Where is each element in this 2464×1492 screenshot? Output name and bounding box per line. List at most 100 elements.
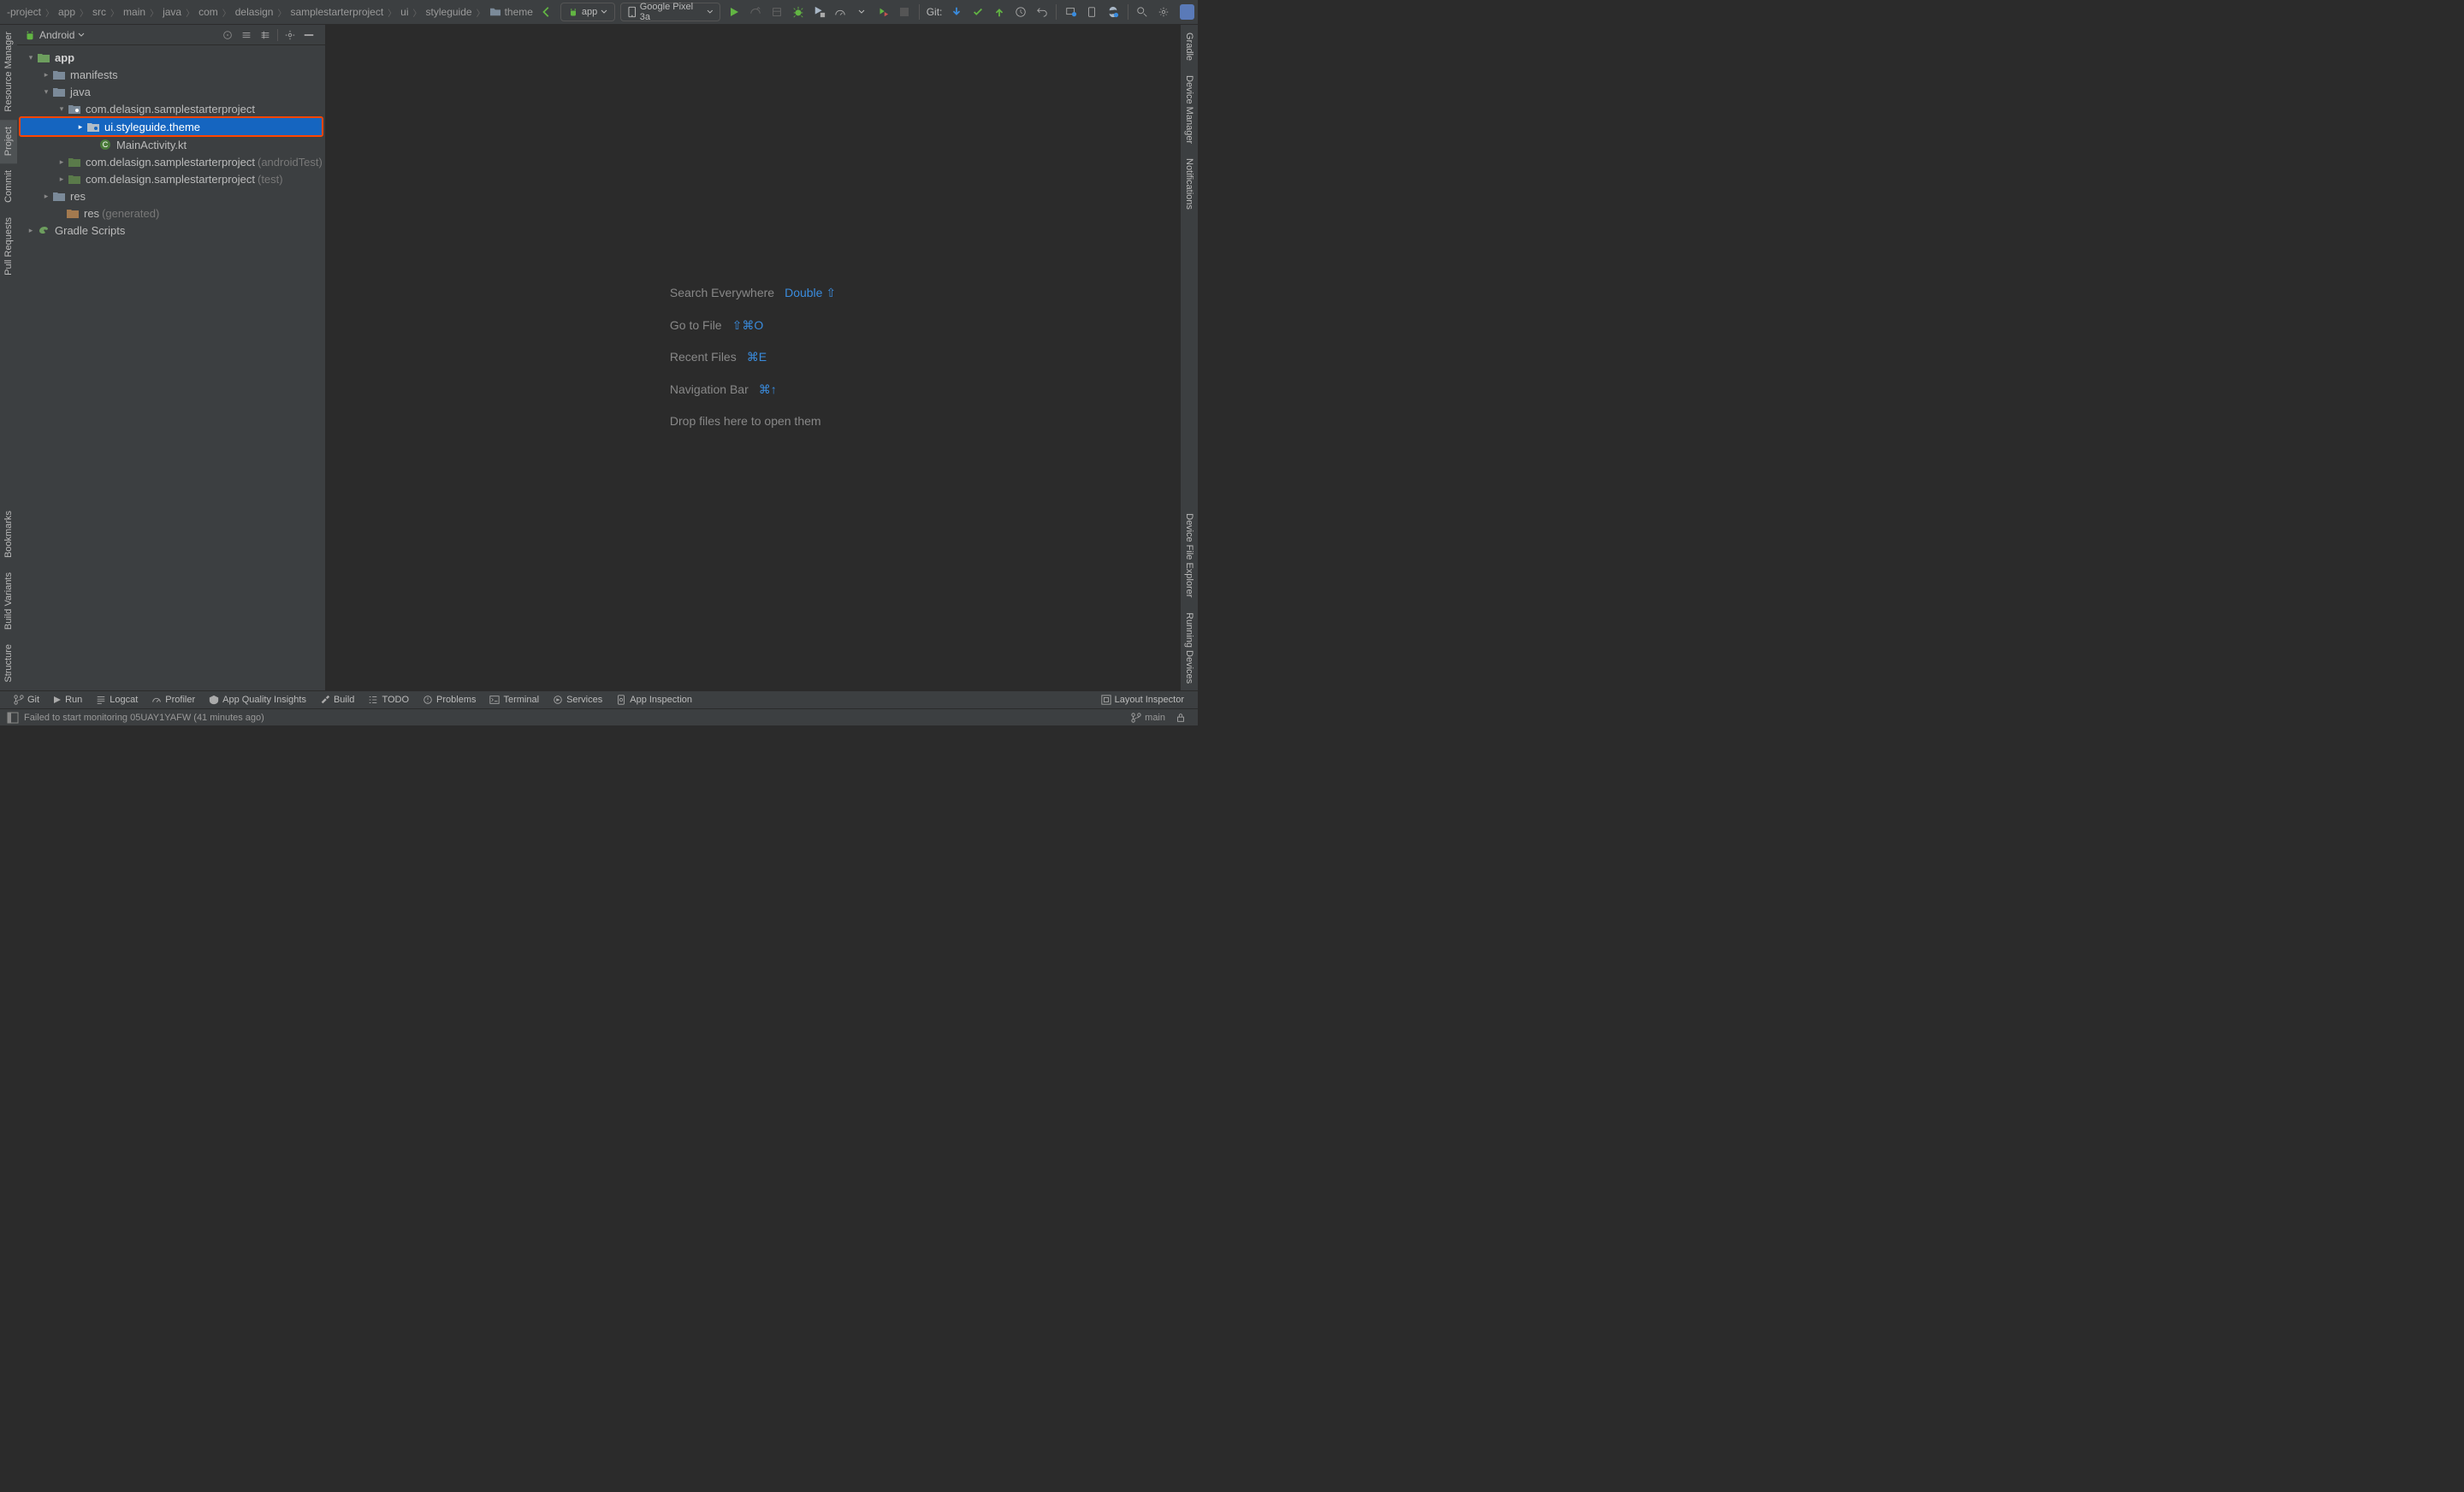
placeholder-label: Recent Files [670, 343, 737, 372]
expand-arrow-icon[interactable]: ▸ [55, 175, 68, 184]
attach-debugger-dropdown[interactable] [852, 2, 872, 22]
git-rollback-button[interactable] [1032, 2, 1051, 22]
tab-gradle[interactable]: Gradle [1181, 25, 1198, 68]
tab-terminal[interactable]: Terminal [483, 691, 546, 708]
expand-arrow-icon[interactable]: ▸ [74, 122, 87, 132]
tab-build[interactable]: Build [313, 691, 361, 708]
editor-area[interactable]: Search EverywhereDouble ⇧ Go to File⇧⌘O … [325, 25, 1181, 690]
chevron-right-icon: 〉 [186, 6, 194, 19]
more-actions-button[interactable] [874, 2, 893, 22]
settings-button[interactable] [1154, 2, 1174, 22]
breadcrumb-item[interactable]: samplestarterproject [287, 6, 387, 18]
apply-changes-button[interactable] [745, 2, 765, 22]
expand-arrow-icon[interactable]: ▸ [39, 70, 53, 80]
tree-node-gradle-scripts[interactable]: ▸ Gradle Scripts [17, 222, 325, 239]
hide-panel-button[interactable] [300, 27, 317, 44]
search-button[interactable] [1133, 2, 1152, 22]
tree-node-app[interactable]: ▾ app [17, 49, 325, 66]
tab-structure[interactable]: Structure [0, 637, 17, 690]
sdk-manager-button[interactable] [1082, 2, 1102, 22]
tool-window-toggle-icon[interactable] [7, 712, 19, 724]
breadcrumb-item[interactable]: src [89, 6, 110, 18]
hammer-icon [320, 695, 330, 705]
expand-arrow-icon[interactable]: ▾ [55, 104, 68, 114]
run-button[interactable] [724, 2, 743, 22]
tree-suffix: (test) [258, 173, 283, 186]
bottom-tool-bar: Git Run Logcat Profiler App Quality Insi… [0, 690, 1198, 708]
profiler-button[interactable] [831, 2, 850, 22]
project-tree[interactable]: ▾ app ▸ manifests ▾ java ▾ com.delasign.… [17, 45, 325, 690]
status-message: Failed to start monitoring 05UAY1YAFW (4… [24, 713, 264, 723]
branch-name: main [1145, 713, 1165, 723]
tree-node-ui-theme[interactable]: ▸ ui.styleguide.theme [21, 118, 322, 135]
run-config-dropdown[interactable]: app [560, 3, 615, 21]
collapse-all-button[interactable] [257, 27, 274, 44]
nav-back-button[interactable] [537, 2, 557, 22]
tree-node-package-test[interactable]: ▸ com.delasign.samplestarterproject (tes… [17, 170, 325, 187]
apply-code-changes-button[interactable] [767, 2, 786, 22]
tab-commit[interactable]: Commit [0, 163, 17, 210]
tab-git[interactable]: Git [7, 691, 46, 708]
tab-todo[interactable]: TODO [361, 691, 416, 708]
expand-arrow-icon[interactable]: ▾ [39, 87, 53, 97]
project-tool-window: Android ▾ app ▸ manifests ▾ java ▾ [17, 25, 325, 690]
git-push-button[interactable] [989, 2, 1009, 22]
tree-node-manifests[interactable]: ▸ manifests [17, 66, 325, 83]
select-opened-file-button[interactable] [219, 27, 236, 44]
project-view-dropdown[interactable]: Android [24, 29, 85, 41]
tab-project[interactable]: Project [0, 120, 17, 163]
breadcrumb-item[interactable]: delasign [232, 6, 277, 18]
breadcrumb-item[interactable]: main [120, 6, 149, 18]
expand-arrow-icon[interactable]: ▾ [24, 53, 38, 62]
coverage-button[interactable] [809, 2, 829, 22]
tree-node-package-androidtest[interactable]: ▸ com.delasign.samplestarterproject (and… [17, 153, 325, 170]
chevron-right-icon: 〉 [413, 6, 422, 19]
account-avatar[interactable] [1180, 4, 1194, 20]
tree-node-java[interactable]: ▾ java [17, 83, 325, 100]
breadcrumb-item[interactable]: theme [486, 6, 536, 18]
tab-logcat[interactable]: Logcat [89, 691, 145, 708]
tab-bookmarks[interactable]: Bookmarks [0, 504, 17, 565]
device-selector-dropdown[interactable]: Google Pixel 3a [620, 3, 720, 21]
tab-device-manager[interactable]: Device Manager [1181, 68, 1198, 151]
git-branch-status[interactable]: main [1131, 713, 1165, 723]
git-history-button[interactable] [1010, 2, 1030, 22]
tab-app-quality-insights[interactable]: App Quality Insights [202, 691, 313, 708]
tree-node-res-generated[interactable]: res (generated) [17, 204, 325, 222]
breadcrumb-item[interactable]: -project [3, 6, 44, 18]
run-config-label: app [582, 7, 597, 17]
avd-manager-button[interactable] [1061, 2, 1081, 22]
tab-device-file-explorer[interactable]: Device File Explorer [1181, 506, 1198, 604]
tree-node-package-main[interactable]: ▾ com.delasign.samplestarterproject [17, 100, 325, 117]
expand-arrow-icon[interactable]: ▸ [55, 157, 68, 167]
debug-button[interactable] [788, 2, 808, 22]
tree-node-main-activity[interactable]: C MainActivity.kt [17, 136, 325, 153]
tab-running-devices[interactable]: Running Devices [1181, 605, 1198, 690]
tab-notifications[interactable]: Notifications [1181, 151, 1198, 216]
folder-icon [53, 85, 67, 98]
sync-gradle-button[interactable] [1104, 2, 1123, 22]
tab-services[interactable]: Services [546, 691, 609, 708]
expand-arrow-icon[interactable]: ▸ [39, 192, 53, 201]
tab-resource-manager[interactable]: Resource Manager [0, 25, 17, 120]
stop-button[interactable] [895, 2, 915, 22]
tab-layout-inspector[interactable]: Layout Inspector [1094, 691, 1191, 708]
tab-problems[interactable]: Problems [416, 691, 483, 708]
tab-profiler[interactable]: Profiler [145, 691, 202, 708]
breadcrumb-item[interactable]: ui [397, 6, 412, 18]
breadcrumb-item[interactable]: app [55, 6, 79, 18]
breadcrumb-item[interactable]: java [159, 6, 185, 18]
tab-app-inspection[interactable]: App Inspection [609, 691, 699, 708]
breadcrumb-item[interactable]: com [195, 6, 222, 18]
tab-build-variants[interactable]: Build Variants [0, 565, 17, 637]
tab-pull-requests[interactable]: Pull Requests [0, 210, 17, 283]
panel-settings-button[interactable] [281, 27, 299, 44]
tree-node-res[interactable]: ▸ res [17, 187, 325, 204]
breadcrumb-item[interactable]: styleguide [423, 6, 476, 18]
git-commit-button[interactable] [968, 2, 987, 22]
expand-all-button[interactable] [238, 27, 255, 44]
expand-arrow-icon[interactable]: ▸ [24, 226, 38, 235]
tab-run[interactable]: Run [46, 691, 89, 708]
git-pull-button[interactable] [946, 2, 966, 22]
lock-status-icon[interactable] [1176, 713, 1186, 723]
